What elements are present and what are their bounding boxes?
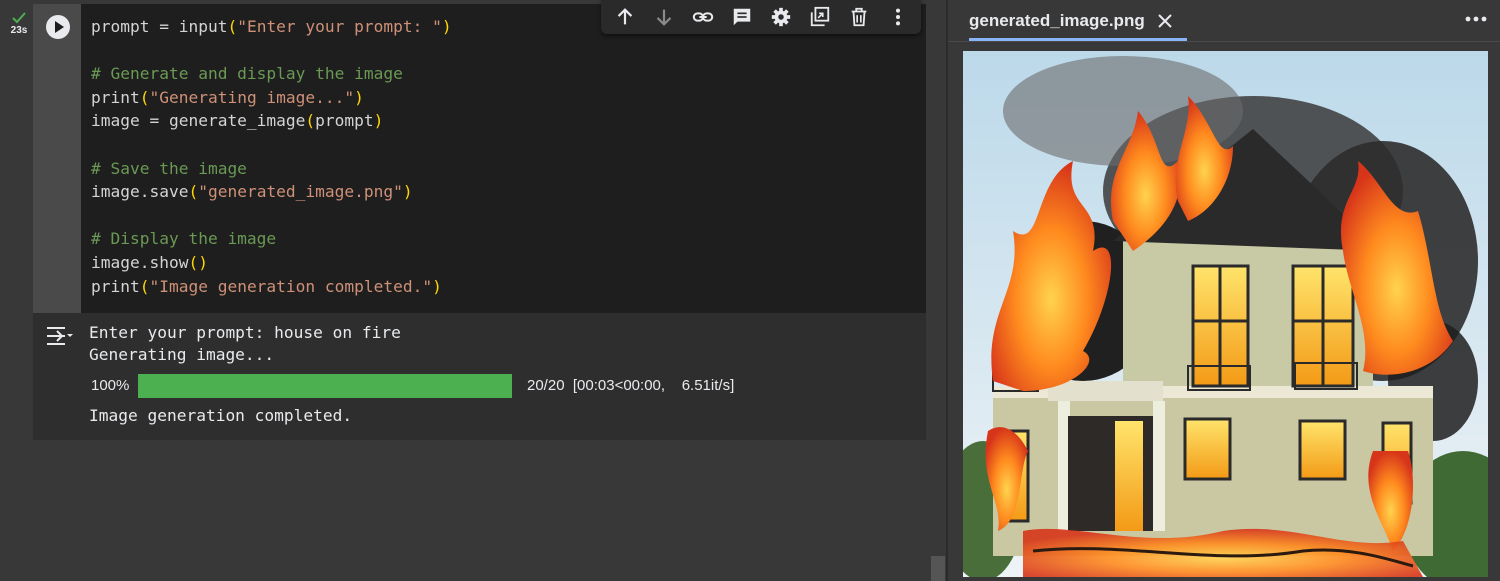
move-cell-up-button[interactable] [611, 3, 639, 31]
progress-bar-fill [138, 374, 512, 398]
house-on-fire-image [963, 51, 1488, 577]
cell-settings-button[interactable] [767, 3, 795, 31]
code-line: # Save the image [91, 157, 452, 181]
move-cell-down-button[interactable] [650, 3, 678, 31]
progress-stats: 20/20 [00:03<00:00, 6.51it/s] [527, 377, 735, 394]
code-editor[interactable]: prompt = input("Enter your prompt: ") # G… [81, 4, 926, 313]
link-icon [692, 12, 713, 22]
generated-image [963, 51, 1488, 577]
code-token: image.show [91, 252, 189, 272]
copy-link-button[interactable] [689, 3, 717, 31]
code-token: "Image generation completed." [149, 276, 433, 296]
code-line: prompt = input("Enter your prompt: ") [91, 15, 452, 39]
output-line-completed: Image generation completed. [89, 406, 353, 425]
code-token: ) [354, 87, 364, 107]
cell-gutter [33, 4, 81, 313]
code-token: ) [441, 17, 452, 36]
code-token: "generated_image.png" [198, 182, 403, 202]
code-token: ) [432, 276, 442, 296]
scrollbar-thumb[interactable] [931, 556, 945, 581]
code-token: print [91, 276, 140, 296]
play-icon [55, 21, 64, 33]
check-icon [12, 12, 26, 24]
execution-time: 23s [10, 25, 28, 36]
code-line: image = generate_image(prompt) [91, 109, 452, 133]
more-vert-icon [895, 8, 900, 26]
code-token: input [178, 17, 228, 36]
code-token: ( [227, 17, 238, 36]
add-comment-button[interactable] [728, 3, 756, 31]
code-token: # Display the image [91, 229, 277, 249]
output-actions-icon[interactable] [45, 325, 75, 347]
cell-output: Enter your prompt: house on fire Generat… [33, 313, 926, 440]
comment-icon [733, 8, 750, 26]
output-line-generating: Generating image... [89, 345, 275, 364]
code-token: # Generate and display the image [91, 64, 403, 84]
close-icon[interactable] [1157, 13, 1173, 29]
run-cell-button[interactable] [46, 15, 70, 39]
arrow-down-icon [656, 9, 671, 26]
output-line-prompt: Enter your prompt: house on fire [89, 323, 401, 342]
progress-percent: 100% [91, 377, 130, 394]
file-viewer-pane: generated_image.png [948, 0, 1500, 581]
code-token: image = generate_image [91, 111, 306, 131]
code-token: ( [305, 111, 316, 131]
code-token: prompt = [91, 17, 179, 36]
mirror-cell-button[interactable] [806, 3, 834, 31]
code-lines[interactable]: prompt = input("Enter your prompt: ") # G… [91, 15, 452, 298]
code-token: ) [402, 182, 413, 202]
tab-generated-image[interactable]: generated_image.png [969, 0, 1173, 41]
code-token: "Enter your prompt: " [237, 17, 442, 36]
cell-toolbar [601, 0, 921, 34]
active-tab-indicator [969, 38, 1187, 41]
notebook-area: 23s prompt = input("Enter your prompt: "… [0, 0, 946, 581]
tab-label: generated_image.png [969, 10, 1145, 30]
more-horiz-icon[interactable] [1464, 14, 1488, 24]
code-token: "Generating image..." [149, 87, 355, 107]
code-token: () [188, 252, 208, 272]
code-token: # Save the image [91, 158, 247, 178]
trash-icon [851, 7, 866, 27]
code-token: ) [373, 111, 384, 131]
code-line: # Generate and display the image [91, 62, 452, 86]
code-token: image.save [91, 182, 189, 202]
code-line: image.save("generated_image.png") [91, 180, 452, 204]
code-token: ( [188, 182, 199, 202]
delete-cell-button[interactable] [845, 3, 873, 31]
code-token: print [91, 87, 140, 107]
progress-bar [138, 374, 512, 398]
mirror-cell-icon [810, 6, 829, 27]
viewer-tab-bar: generated_image.png [948, 0, 1500, 42]
more-actions-button[interactable] [884, 3, 912, 31]
gear-icon [771, 7, 790, 27]
code-line: print("Generating image...") [91, 86, 452, 110]
code-line: # Display the image [91, 227, 452, 251]
code-token: prompt [315, 111, 374, 131]
code-line: print("Image generation completed.") [91, 275, 452, 299]
arrow-up-icon [617, 8, 632, 25]
cell-status: 23s [6, 12, 32, 36]
code-line: image.show() [91, 251, 452, 275]
